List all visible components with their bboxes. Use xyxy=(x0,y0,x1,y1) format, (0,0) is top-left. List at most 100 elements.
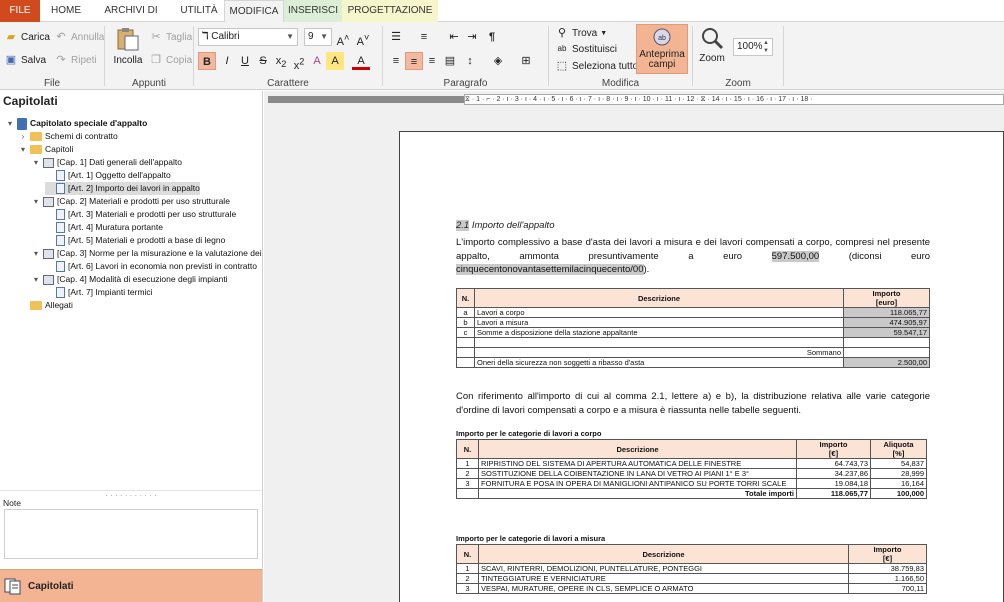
tree-node[interactable]: [Art. 7] Impianti termici xyxy=(45,286,153,299)
font-size-select[interactable]: 9 ▼ xyxy=(304,28,332,46)
pane-splitter[interactable]: · · · · · · · · · · · xyxy=(0,490,262,500)
strikethrough-button[interactable]: S xyxy=(254,52,272,70)
table-row: a Lavori a corpo 118.065,77 xyxy=(456,307,930,318)
ruler[interactable]: ⧖ · 1 · ⌐ · 2 · ı · 3 · ı · 4 · ı · 5 · … xyxy=(464,94,1004,105)
numbered-list-button[interactable]: ≡ xyxy=(415,28,433,46)
table-cell: RIPRISTINO DEL SISTEMA DI APERTURA AUTOM… xyxy=(478,458,797,469)
salva-button[interactable]: ▣ Salva xyxy=(4,53,46,67)
documents-icon xyxy=(4,578,21,595)
font-family-select[interactable]: ℸ Calibri ▼ xyxy=(198,28,298,46)
highlight-button[interactable]: A xyxy=(326,52,344,70)
table-header: Aliquota [%] xyxy=(870,439,927,459)
tab-inserisci[interactable]: INSERISCI xyxy=(284,0,342,22)
expand-right-icon[interactable]: › xyxy=(19,130,27,143)
pilcrow-icon: ¶ xyxy=(488,31,496,43)
carica-button[interactable]: ▰ Carica xyxy=(4,30,50,44)
expand-down-icon[interactable]: ▾ xyxy=(19,143,27,156)
borders-button[interactable]: ⊞ xyxy=(517,52,535,70)
total-pct: 100,000 xyxy=(870,488,927,499)
tree-node[interactable]: ▾ [Cap. 3] Norme per la misurazione e la … xyxy=(32,247,263,260)
underline-button[interactable]: U xyxy=(236,52,254,70)
shading-button[interactable]: ◈ xyxy=(489,52,507,70)
group-label-file: File xyxy=(43,78,61,89)
tree-node[interactable]: [Art. 6] Lavori in economia non previsti… xyxy=(45,260,257,273)
tree-node[interactable]: [Art. 4] Muratura portante xyxy=(45,221,163,234)
chevron-down-icon: ▼ xyxy=(320,32,328,41)
tree-node[interactable]: ▾ Capitolato speciale d'appalto xyxy=(6,117,147,130)
tree-node[interactable]: › Schemi di contratto xyxy=(19,130,118,143)
decrease-indent-button[interactable]: ⇤ xyxy=(445,28,463,46)
align-left-icon: ≡ xyxy=(392,55,400,67)
tree-node[interactable]: [Art. 5] Materiali e prodotti a base di … xyxy=(45,234,225,247)
table-cell: 2 xyxy=(456,573,479,584)
italic-button[interactable]: I xyxy=(218,52,236,70)
field-preview-icon: ab xyxy=(653,28,671,46)
tab-home[interactable]: HOME xyxy=(44,0,88,22)
expand-down-icon[interactable]: ▾ xyxy=(32,195,40,208)
table-cell: Oneri della sicurezza non soggetti a rib… xyxy=(474,357,844,368)
justify-button[interactable]: ▤ xyxy=(441,52,459,70)
chapter-icon xyxy=(43,274,54,285)
clear-format-button[interactable]: A xyxy=(308,52,326,70)
table-cell: 474.905,97 xyxy=(843,317,930,328)
tree-node[interactable]: [Art. 3] Materiali e prodotti per uso st… xyxy=(45,208,236,221)
bullet-list-button[interactable]: ☰ xyxy=(387,28,405,46)
tab-file[interactable]: FILE xyxy=(0,0,40,22)
tree-node[interactable]: [Art. 1] Oggetto dell'appalto xyxy=(45,169,171,182)
tree-node[interactable]: ▾ [Cap. 2] Materiali e prodotti per uso s… xyxy=(32,195,230,208)
subscript-button[interactable]: x2 xyxy=(272,52,290,70)
note-textarea[interactable] xyxy=(4,509,258,559)
expand-down-icon[interactable]: ▾ xyxy=(32,247,40,260)
group-file: ▰ Carica ↶ Annulla ▣ Salva ↷ Ripeti File xyxy=(0,22,105,90)
shrink-font-button[interactable]: A˅ xyxy=(354,28,372,48)
increase-indent-button[interactable]: ⇥ xyxy=(463,28,481,46)
nav-capitolati[interactable]: Capitolati xyxy=(0,569,262,602)
zoom-value-input[interactable]: 100% ▲ ▼ xyxy=(733,38,773,56)
select-all-icon: ⬚ xyxy=(556,60,568,72)
numbered-list-icon: ≡ xyxy=(420,31,428,43)
bold-button[interactable]: B xyxy=(198,52,216,70)
tree-node[interactable]: ▾ [Cap. 4] Modalità di esecuzione degli i… xyxy=(32,273,228,286)
font-color-button[interactable]: A xyxy=(352,52,370,70)
paste-icon xyxy=(117,28,139,51)
superscript-button[interactable]: x2 xyxy=(290,52,308,72)
table-row: 1 SCAVI, RINTERRI, DEMOLIZIONI, PUNTELLAT… xyxy=(456,563,927,574)
ripeti-button[interactable]: ↷ Ripeti xyxy=(54,53,96,67)
anteprima-campi-button[interactable]: ab Anteprima campi xyxy=(636,24,688,74)
tab-modifica[interactable]: MODIFICA xyxy=(224,0,284,23)
italic-icon: I xyxy=(225,55,229,67)
expand-down-icon[interactable]: ▾ xyxy=(32,156,40,169)
expand-down-icon[interactable]: ▾ xyxy=(32,273,40,286)
show-formatting-button[interactable]: ¶ xyxy=(483,28,501,46)
seleziona-tutto-button[interactable]: ⬚ Seleziona tutto xyxy=(555,59,638,73)
incolla-button[interactable]: Incolla xyxy=(111,26,145,66)
table-cell: SCAVI, RINTERRI, DEMOLIZIONI, PUNTELLATU… xyxy=(478,563,849,574)
line-spacing-button[interactable]: ↕ xyxy=(461,52,479,70)
tab-utilita[interactable]: UTILITÀ xyxy=(174,0,224,22)
table-header: Descrizione xyxy=(478,439,797,459)
document-page[interactable]: 2.1 Importo dell'appalto L'importo compl… xyxy=(399,131,1004,602)
capitolati-tree: ▾ Capitolato speciale d'appalto › Schemi di… xyxy=(0,117,263,312)
annulla-button[interactable]: ↶ Annulla xyxy=(54,30,104,44)
table-cell: 1 xyxy=(456,563,479,574)
tab-progettazione[interactable]: PROGETTAZIONE xyxy=(342,0,438,22)
table-cell xyxy=(456,488,479,499)
table-cell: 3 xyxy=(456,583,479,594)
tab-archivi-di-base[interactable]: ARCHIVI DI BASE xyxy=(92,0,170,38)
tree-node[interactable]: ▾ Capitoli xyxy=(19,143,73,156)
tree-node[interactable]: ▾ [Cap. 1] Dati generali dell'appalto xyxy=(32,156,182,169)
grow-font-button[interactable]: A˄ xyxy=(334,28,352,48)
sostituisci-button[interactable]: ab Sostituisci xyxy=(555,42,617,56)
taglia-button[interactable]: ✂ Taglia xyxy=(149,30,192,44)
zoom-button[interactable]: Zoom xyxy=(697,26,727,64)
copia-button[interactable]: ❐ Copia xyxy=(149,53,192,67)
tree-node[interactable]: Allegati xyxy=(19,299,73,312)
expand-down-icon[interactable]: ▾ xyxy=(6,117,14,130)
tree-node-label: [Art. 3] Materiali e prodotti per uso st… xyxy=(68,209,237,219)
trova-button[interactable]: ⚲ Trova ▼ xyxy=(555,26,607,40)
tree-node[interactable]: [Art. 2] Importo dei lavori in appalto xyxy=(45,182,200,195)
align-right-button[interactable]: ≡ xyxy=(423,52,441,70)
table-total-row: Totale importi 118.065,77 100,000 xyxy=(456,488,927,499)
align-left-button[interactable]: ≡ xyxy=(387,52,405,70)
align-center-button[interactable]: ≡ xyxy=(405,52,423,70)
